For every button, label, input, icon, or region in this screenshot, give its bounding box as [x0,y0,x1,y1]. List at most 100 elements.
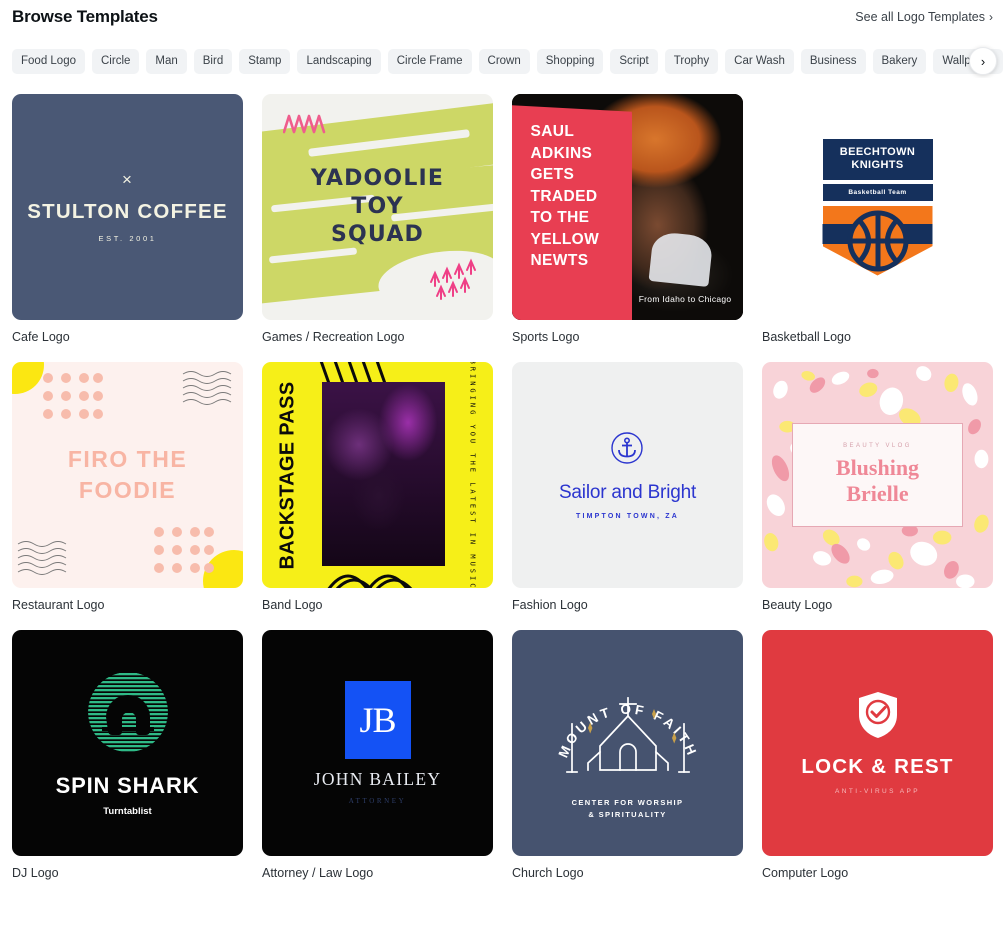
concert-crowd-photo [322,382,445,566]
template-thumbnail-church[interactable]: MOUNT OF FAITH CENTER FOR WORSHIP & SPIR… [512,630,743,856]
template-card[interactable]: LOCK & REST ANTI-VIRUS APP Computer Logo [762,630,993,881]
sports-caption: From Idaho to Chicago [638,294,732,305]
cafe-logo-art: × STULTON COFFEE EST. 2001 [27,171,228,244]
headphones-icon [87,672,168,752]
basketball-logo-art: BEECHTOWN KNIGHTS Basketball Team [822,138,933,276]
template-thumbnail-basketball[interactable]: BEECHTOWN KNIGHTS Basketball Team [762,94,993,320]
template-card-label: Band Logo [262,598,323,612]
church-subtitle: CENTER FOR WORSHIP & SPIRITUALITY [548,797,708,821]
cafe-established: EST. 2001 [98,234,157,243]
fashion-logo-art: Sailor and Bright TIMPTON TOWN, ZA [559,431,696,520]
template-thumbnail-cafe[interactable]: × STULTON COFFEE EST. 2001 [12,94,243,320]
template-card[interactable]: YADOOLIE TOY SQUAD Games / Recreation Lo… [262,94,493,345]
tag-chip[interactable]: Stamp [239,48,291,74]
chevron-right-icon: › [989,10,993,24]
template-card-label: DJ Logo [12,866,59,880]
tag-chip[interactable]: Crown [478,48,530,74]
tag-chip[interactable]: Landscaping [297,48,381,74]
computer-brand-name: LOCK & REST [801,755,954,778]
tag-chip[interactable]: Business [800,48,866,74]
template-thumbnail-band[interactable]: BACKSTAGE PASS BRINGING YOU THE LATEST I… [262,362,493,588]
basketball-icon [847,210,908,271]
church-subtitle-line-1: CENTER FOR WORSHIP [571,797,684,807]
template-card-label: Beauty Logo [762,598,833,612]
games-logo-art: YADOOLIE TOY SQUAD [262,94,493,320]
church-logo-art: MOUNT OF FAITH CENTER FOR WORSHIP & SPIR… [548,666,708,821]
computer-subtitle: ANTI-VIRUS APP [835,788,920,795]
tag-chip[interactable]: Circle Frame [387,48,472,74]
template-card-label: Restaurant Logo [12,598,105,612]
tag-chip[interactable]: Trophy [664,48,719,74]
beauty-name-line-2: Brielle [846,480,909,506]
restaurant-line-2: FOODIE [78,477,177,503]
computer-logo-art: LOCK & REST ANTI-VIRUS APP [801,691,953,795]
template-thumbnail-dj[interactable]: SPIN SHARK Turntablist [12,630,243,856]
template-grid: × STULTON COFFEE EST. 2001 Cafe Logo YAD… [0,78,1005,881]
restaurant-line-1: FIRO THE [67,446,188,472]
template-thumbnail-restaurant[interactable]: FIRO THE FOODIE [12,362,243,588]
template-card-label: Computer Logo [762,866,849,880]
tag-chip[interactable]: Food Logo [12,48,85,74]
template-card[interactable]: × STULTON COFFEE EST. 2001 Cafe Logo [12,94,243,345]
basketball-subtitle: Basketball Team [822,183,933,201]
template-card[interactable]: SAUL ADKINS GETS TRADED TO THE YELLOW NEWTS Fr… [512,94,743,345]
dj-logo-art: SPIN SHARK Turntablist [56,669,200,817]
games-line-1: YADOOLIE [310,166,445,191]
tags-next-button[interactable]: › [969,47,997,75]
attorney-logo-art: JB JOHN BAILEY ATTORNEY [314,681,442,805]
template-card-label: Attorney / Law Logo [262,866,374,880]
basketball-name-banner: BEECHTOWN KNIGHTS [822,138,933,180]
restaurant-logo-art: FIRO THE FOODIE [12,362,243,588]
template-card[interactable]: MOUNT OF FAITH CENTER FOR WORSHIP & SPIR… [512,630,743,881]
template-card[interactable]: FIRO THE FOODIE Restaurant Logo [12,362,243,613]
template-card[interactable]: JB JOHN BAILEY ATTORNEY Attorney / Law L… [262,630,493,881]
template-thumbnail-beauty[interactable]: BEAUTY VLOG Blushing Brielle [762,362,993,588]
template-card-label: Cafe Logo [12,330,70,344]
template-card[interactable]: BEECHTOWN KNIGHTS Basketball Team Basket… [762,94,993,345]
tag-chip[interactable]: Bird [193,48,233,74]
dj-brand-name: SPIN SHARK [55,773,200,798]
tag-filter-bar: Food Logo Circle Man Bird Stamp Landscaping Ci… [0,44,1005,78]
jersey-shape [648,231,714,287]
shield-check-icon [858,692,897,738]
beauty-logo-frame: BEAUTY VLOG Blushing Brielle [792,423,963,527]
template-card[interactable]: SPIN SHARK Turntablist DJ Logo [12,630,243,881]
template-thumbnail-games[interactable]: YADOOLIE TOY SQUAD [262,94,493,320]
monogram-box: JB [344,681,411,759]
tag-chip[interactable]: Shopping [536,48,604,74]
template-thumbnail-computer[interactable]: LOCK & REST ANTI-VIRUS APP [762,630,993,856]
sports-headline-line: SAUL [530,123,575,141]
anchor-icon [611,431,644,464]
attorney-name: JOHN BAILEY [313,769,442,789]
tag-chip[interactable]: Bakery [872,48,927,74]
band-tagline-vertical: BRINGING YOU THE LATEST IN MUSIC [455,362,489,588]
church-subtitle-line-2: & SPIRITUALITY [588,809,667,819]
template-thumbnail-sports[interactable]: SAUL ADKINS GETS TRADED TO THE YELLOW NEWTS Fr… [512,94,743,320]
sports-headline-line: TO THE [530,209,590,227]
template-card[interactable]: Sailor and Bright TIMPTON TOWN, ZA Fashi… [512,362,743,613]
basketball-name-line-2: KNIGHTS [851,159,904,171]
beauty-eyebrow: BEAUTY VLOG [843,442,912,449]
see-all-logo-templates-link[interactable]: See all Logo Templates › [855,6,993,28]
fashion-location: TIMPTON TOWN, ZA [575,512,679,520]
tag-list: Food Logo Circle Man Bird Stamp Landscaping Ci… [12,44,1003,78]
sports-headline-line: NEWTS [530,252,589,270]
template-thumbnail-fashion[interactable]: Sailor and Bright TIMPTON TOWN, ZA [512,362,743,588]
sports-headline-line: YELLOW [530,230,600,248]
template-thumbnail-attorney[interactable]: JB JOHN BAILEY ATTORNEY [262,630,493,856]
template-card[interactable]: BACKSTAGE PASS BRINGING YOU THE LATEST I… [262,362,493,613]
games-line-3: SQUAD [330,222,425,247]
see-all-label: See all Logo Templates [855,10,985,24]
sports-headline: SAUL ADKINS GETS TRADED TO THE YELLOW NEWTS [530,121,599,272]
cafe-brand-name: STULTON COFFEE [27,200,228,223]
shield-shape [822,205,933,276]
beauty-name-line-1: Blushing [835,454,920,480]
tag-chip[interactable]: Script [610,48,658,74]
template-card-label: Church Logo [512,866,584,880]
tag-chip[interactable]: Car Wash [725,48,794,74]
tag-chip[interactable]: Circle [92,48,140,74]
dj-subtitle: Turntablist [103,806,152,817]
tag-chip[interactable]: Man [146,48,187,74]
template-card[interactable]: BEAUTY VLOG Blushing Brielle Beauty Logo [762,362,993,613]
sports-headline-line: TRADED [530,187,598,205]
